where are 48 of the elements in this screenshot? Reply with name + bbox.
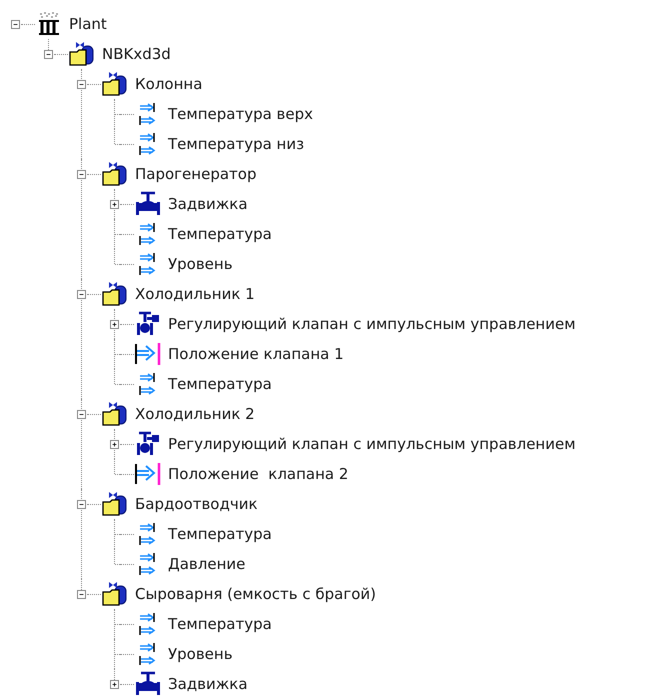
expander-toggle[interactable]	[77, 80, 86, 88]
expander-toggle[interactable]	[44, 50, 53, 58]
folder-icon	[101, 581, 129, 607]
control-valve-icon	[134, 311, 162, 337]
node-label[interactable]: Давление	[168, 555, 246, 573]
node-label[interactable]: Бардоотводчик	[135, 495, 258, 513]
expander-toggle[interactable]	[77, 500, 86, 508]
folder-icon	[101, 491, 129, 517]
position-icon	[134, 461, 162, 487]
node-label[interactable]: Plant	[69, 15, 107, 33]
node-label[interactable]: Уровень	[168, 645, 233, 663]
node-label[interactable]: Задвижка	[168, 195, 248, 213]
node-label[interactable]: Температура	[168, 525, 272, 543]
node-label[interactable]: Температура	[168, 375, 272, 393]
expander-toggle[interactable]	[77, 170, 86, 178]
node-label[interactable]: Колонна	[135, 75, 202, 93]
expander-toggle[interactable]	[77, 410, 86, 418]
expander-toggle[interactable]	[110, 440, 119, 448]
node-label[interactable]: Уровень	[168, 255, 233, 273]
node-label[interactable]: Холодильник 1	[135, 285, 255, 303]
node-label[interactable]: Температура низ	[168, 135, 304, 153]
node-label[interactable]: Температура верх	[168, 105, 314, 123]
node-label[interactable]: Регулирующий клапан с импульсным управлением	[168, 435, 576, 453]
expander-toggle[interactable]	[77, 590, 86, 598]
valve-icon	[134, 191, 162, 217]
expander-toggle[interactable]	[11, 20, 20, 28]
expander-toggle[interactable]	[110, 320, 119, 328]
node-label[interactable]: Регулирующий клапан с импульсным управлением	[168, 315, 576, 333]
node-label[interactable]: Положение клапана 2	[168, 465, 348, 483]
expander-toggle[interactable]	[110, 200, 119, 208]
node-label[interactable]: Задвижка	[168, 675, 248, 693]
folder-icon	[101, 161, 129, 187]
position-icon	[134, 341, 162, 367]
valve-icon	[134, 671, 162, 697]
node-label[interactable]: Холодильник 2	[135, 405, 255, 423]
folder-icon	[101, 401, 129, 427]
node-label[interactable]: Температура	[168, 225, 272, 243]
folder-icon	[101, 281, 129, 307]
node-label[interactable]: Температура	[168, 615, 272, 633]
expander-toggle[interactable]	[77, 290, 86, 298]
expander-toggle[interactable]	[110, 680, 119, 688]
folder-icon	[101, 71, 129, 97]
node-label[interactable]: Положение клапана 1	[168, 345, 344, 363]
folder-icon	[68, 41, 96, 67]
node-label[interactable]: Сыроварня (емкость с брагой)	[135, 585, 376, 603]
control-valve-icon	[134, 431, 162, 457]
node-label[interactable]: NBKxd3d	[102, 45, 171, 63]
node-label[interactable]: Парогенератор	[135, 165, 256, 183]
